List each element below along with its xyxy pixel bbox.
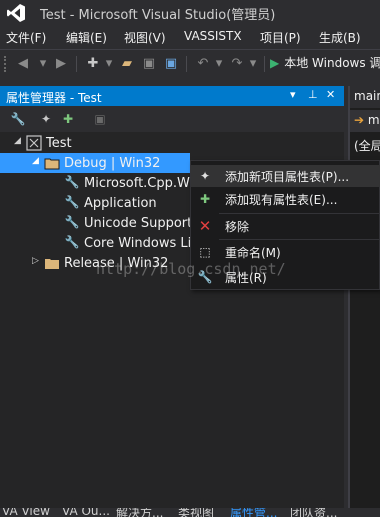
menu-add-existing-property-sheet[interactable]: ✚ 添加现有属性表(E)... [191,188,380,210]
back-icon[interactable]: ◀ [14,55,32,73]
project-icon [26,135,42,151]
editor-tab[interactable]: main.cpp [350,86,380,108]
toolbar-separator [76,56,77,72]
pin-icon[interactable]: ⊥ [308,88,318,101]
wrench-icon: 🔧 [197,270,213,284]
add-new-property-sheet-icon[interactable]: ✦ [38,111,54,127]
tree-label-root: Test [46,136,72,151]
panel-toolbar: 🔧 ✦ ✚ ▣ [0,106,344,132]
menu-remove[interactable]: ✕ 移除 [191,215,380,237]
delete-icon: ✕ [198,217,212,235]
menu-label: 重命名(M) [225,246,281,260]
menu-separator [219,213,379,214]
menu-label: 属性(R) [225,271,267,285]
close-icon[interactable]: ✕ [326,88,335,101]
tab-va-outline[interactable]: VA Ou... [62,508,110,517]
dropdown-arrow-icon[interactable]: ▾ [210,55,228,73]
toolbar-separator [186,56,187,72]
folder-icon [44,158,60,170]
rename-icon: ⬚ [199,245,211,259]
menu-separator [219,239,379,240]
menu-properties[interactable]: 🔧 属性(R) [191,266,380,288]
window-title: Test - Microsoft Visual Studio(管理员) [40,8,276,23]
expanded-arrow-icon[interactable]: ◢ [14,136,24,146]
toolbar-grip[interactable] [4,56,8,72]
save-icon[interactable]: ▣ [140,55,158,73]
scope-label: main [367,113,380,127]
menu-bar: 文件(F) 编辑(E) 视图(V) VASSISTX 项目(P) 生成(B) [0,26,380,48]
wrench-icon: 🔧 [64,235,80,249]
properties-wrench-icon[interactable]: 🔧 [10,111,26,127]
tab-va-view[interactable]: VA View [2,508,50,517]
tree-row-root[interactable]: ◢ Test [0,133,344,153]
tab-property-manager[interactable]: 属性管... [230,508,277,517]
tab-class-view[interactable]: 类视图 [178,508,214,517]
global-scope-dropdown[interactable]: (全局范围) [350,134,380,156]
menu-view[interactable]: 视图(V) [124,29,166,46]
save-icon[interactable]: ▣ [92,111,108,127]
editor-panel: main.cpp ➔ main (全局范围) [348,86,380,517]
property-manager-panel: 属性管理器 - Test ▾ ⊥ ✕ 🔧 ✦ ✚ ▣ ◢ Test ◢ Debu… [0,86,344,517]
play-icon: ▶ [270,56,280,70]
expanded-arrow-icon[interactable]: ◢ [32,156,42,166]
run-label: 本地 Windows 调试器 [284,56,380,70]
tree-label-release: Release | Win32 [64,256,169,271]
menu-project[interactable]: 项目(P) [260,29,301,46]
title-bar: Test - Microsoft Visual Studio(管理员) [0,0,380,26]
tree-label-sheet: Unicode Support [84,216,193,231]
forward-icon[interactable]: ▶ [52,55,70,73]
menu-label: 移除 [225,220,250,234]
wrench-icon: 🔧 [64,215,80,229]
tab-team-explorer[interactable]: 团队资... [290,508,337,517]
menu-add-new-property-sheet[interactable]: ✦ 添加新项目属性表(P)... [191,165,380,187]
tree-row-debug[interactable]: ◢ Debug | Win32 [0,153,190,173]
add-new-property-sheet-icon: ✦ [199,169,211,183]
folder-icon [45,259,59,269]
add-existing-property-sheet-icon: ✚ [199,192,211,206]
menu-vassistx[interactable]: VASSISTX [184,29,242,43]
wrench-icon: 🔧 [64,175,80,189]
menu-build[interactable]: 生成(B) [319,29,361,46]
menu-file[interactable]: 文件(F) [6,29,46,46]
toolbar-separator [264,56,265,72]
open-folder-icon[interactable]: ▰ [118,55,136,73]
wrench-icon: 🔧 [64,195,80,209]
panel-dropdown-icon[interactable]: ▾ [290,88,296,101]
panel-header: 属性管理器 - Test ▾ ⊥ ✕ [0,86,344,106]
panel-title: 属性管理器 - Test [6,91,102,105]
bottom-tab-strip: VA View VA Ou... 解决方... 类视图 属性管... 团队资..… [0,508,380,517]
menu-edit[interactable]: 编辑(E) [66,29,107,46]
arrow-right-icon: ➔ [354,113,365,127]
menu-label: 添加现有属性表(E)... [225,193,338,207]
menu-rename[interactable]: ⬚ 重命名(M) [191,241,380,263]
dropdown-arrow-icon[interactable]: ▾ [34,55,52,73]
start-debugging-button[interactable]: ▶ 本地 Windows 调试器 [270,54,380,74]
main-toolbar: ◀ ▾ ▶ ✚ ▾ ▰ ▣ ▣ ↶ ▾ ↷ ▾ ▶本地 Windows 调试器 [0,49,380,77]
collapsed-arrow-icon[interactable]: ▷ [32,256,42,266]
dropdown-arrow-icon[interactable]: ▾ [244,55,262,73]
dropdown-arrow-icon[interactable]: ▾ [100,55,118,73]
tab-solution-explorer[interactable]: 解决方... [116,508,163,517]
visual-studio-logo-icon [7,4,25,22]
menu-label: 添加新项目属性表(P)... [225,170,350,184]
add-existing-property-sheet-icon[interactable]: ✚ [60,111,76,127]
context-menu: ✦ 添加新项目属性表(P)... ✚ 添加现有属性表(E)... ✕ 移除 ⬚ … [190,160,380,290]
scope-dropdown[interactable]: ➔ main [350,110,380,132]
save-all-icon[interactable]: ▣ [162,55,180,73]
tree-label-sheet: Application [84,196,157,211]
tree-label-debug: Debug | Win32 [64,156,161,171]
